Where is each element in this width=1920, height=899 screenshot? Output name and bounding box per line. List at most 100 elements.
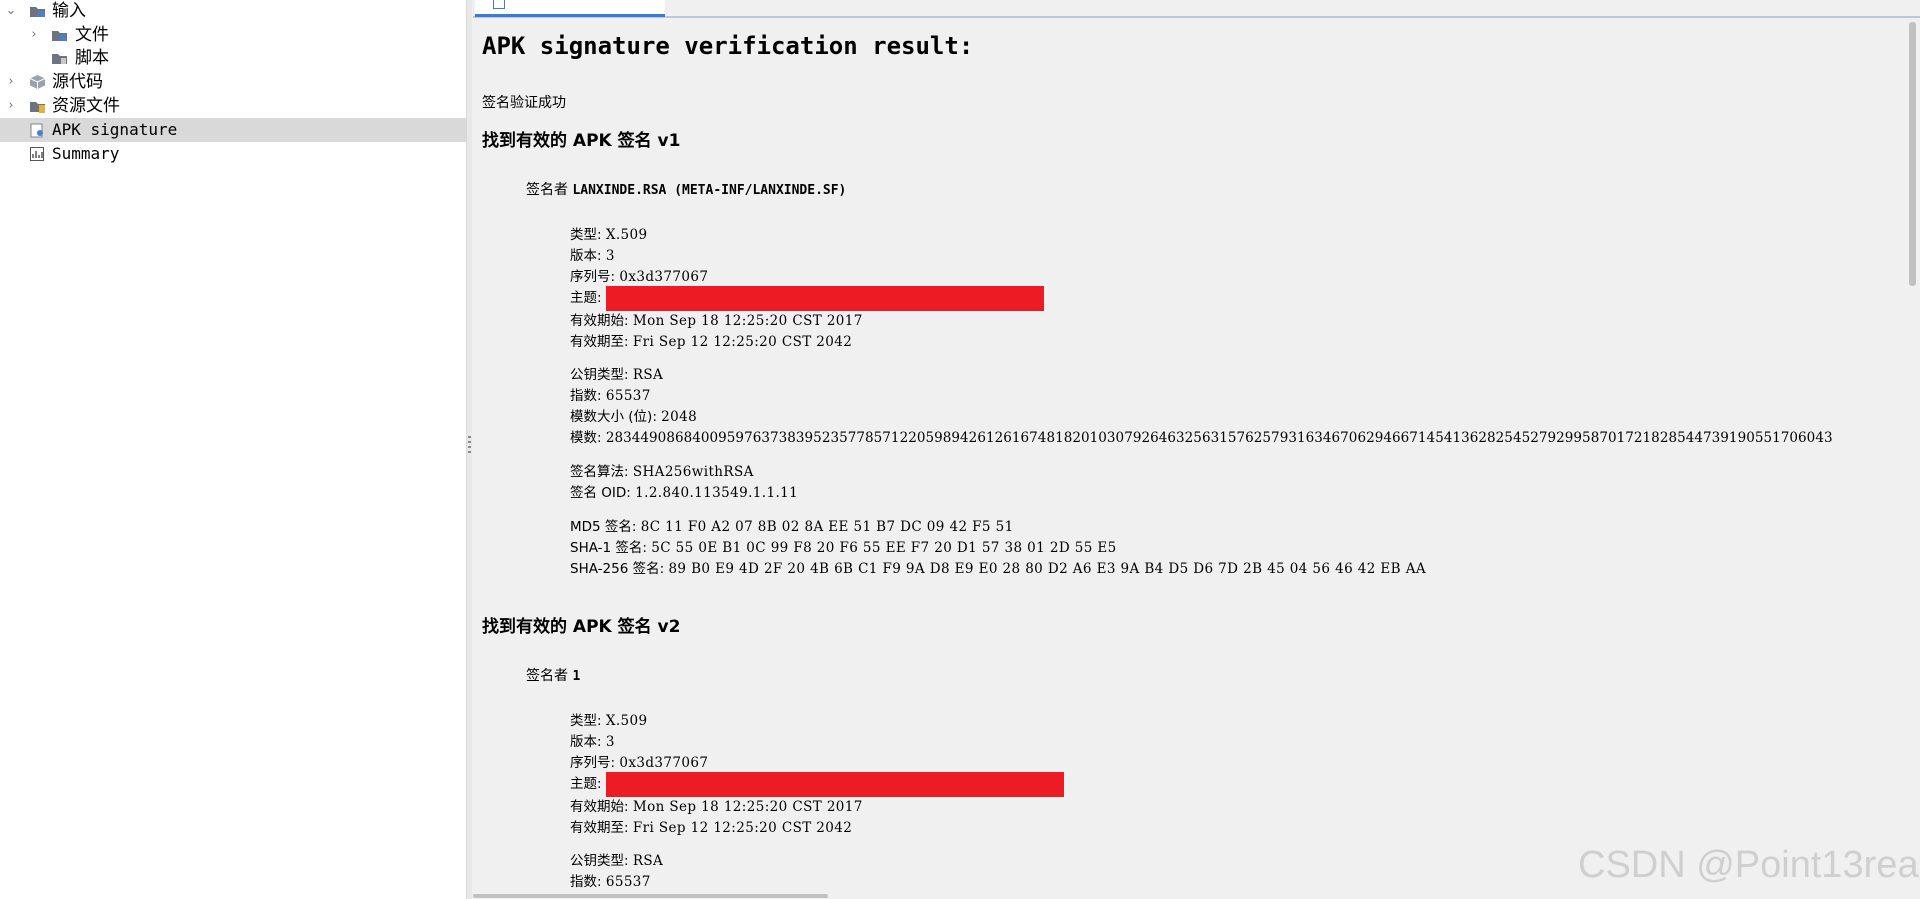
cert-type: 类型: X.509	[570, 712, 648, 730]
field-key: 序列号:	[570, 755, 620, 771]
field-key: MD5 签名:	[570, 519, 641, 535]
tree-item-label: 脚本	[75, 48, 109, 68]
cert-serial: 序列号: 0x3d377067	[570, 754, 708, 772]
subject-redaction	[605, 285, 1044, 311]
tree-item-label: Summary	[52, 144, 120, 163]
cert-serial: 序列号: 0x3d377067	[570, 268, 708, 286]
field-key: 有效期至:	[570, 334, 633, 350]
summary-icon	[30, 147, 44, 161]
sha256-fingerprint: SHA-256 签名: 89 B0 E9 4D 2F 20 4B 6B C1 F…	[570, 560, 1426, 578]
field-value: 1.2.840.113549.1.1.11	[635, 485, 799, 501]
chevron-right-icon[interactable]: ›	[27, 23, 41, 47]
field-key: 类型:	[570, 713, 606, 729]
field-value: Fri Sep 12 12:25:20 CST 2042	[632, 820, 853, 836]
field-value: 3	[605, 734, 615, 750]
tree-item-summary[interactable]: Summary	[0, 142, 466, 166]
signer-value: LANXINDE.RSA (META-INF/LANXINDE.SF)	[572, 183, 847, 198]
field-key: SHA-256 签名:	[570, 561, 669, 577]
field-key: SHA-1 签名:	[570, 540, 652, 556]
field-value: RSA	[632, 853, 664, 869]
field-value: Mon Sep 18 12:25:20 CST 2017	[632, 313, 863, 329]
field-key: 指数:	[570, 874, 606, 890]
field-value: 5C 55 0E B1 0C 99 F8 20 F6 55 EE F7 20 D…	[651, 540, 1117, 556]
field-value: 2048	[661, 409, 698, 425]
cert-valid-from: 有效期始: Mon Sep 18 12:25:20 CST 2017	[570, 798, 863, 816]
field-key: 版本:	[570, 734, 606, 750]
section-heading-v2: 找到有效的 APK 签名 v2	[482, 617, 681, 637]
field-value: X.509	[605, 713, 648, 729]
field-key: 签名 OID:	[570, 485, 636, 501]
tree-item-label: APK signature	[52, 120, 178, 139]
horizontal-scroll-thumb[interactable]	[473, 894, 828, 898]
signature-algorithm: 签名算法: SHA256withRSA	[570, 463, 754, 481]
field-key: 类型:	[570, 227, 606, 243]
tree-item-apk-signature[interactable]: APK signature	[0, 118, 466, 142]
field-value: 8C 11 F0 A2 07 8B 02 8A EE 51 B7 DC 09 4…	[640, 519, 1014, 535]
input-folder-icon	[30, 7, 45, 17]
verification-status: 签名验证成功	[482, 95, 566, 111]
field-value: X.509	[605, 227, 648, 243]
chevron-down-icon[interactable]: ⌄	[4, 0, 18, 23]
cert-version: 版本: 3	[570, 733, 615, 751]
certificate-icon	[493, 0, 505, 9]
resources-icon	[30, 102, 45, 113]
pubkey-type: 公钥类型: RSA	[570, 366, 663, 384]
pubkey-modulus-size: 模数大小 (位): 2048	[570, 408, 697, 426]
pubkey-exponent: 指数: 65537	[570, 387, 651, 405]
signer-value: 1	[572, 669, 581, 684]
field-key: 有效期始:	[570, 313, 633, 329]
tree-item-source[interactable]: › 源代码	[0, 70, 466, 94]
tab-apk-signature[interactable]	[475, 0, 665, 17]
horizontal-scrollbar[interactable]	[473, 894, 1905, 899]
field-key: 公钥类型:	[570, 367, 633, 383]
pubkey-exponent: 指数: 65537	[570, 873, 651, 891]
vertical-scroll-thumb[interactable]	[1909, 22, 1916, 286]
editor-tab-strip	[473, 0, 1920, 18]
field-value: 3	[605, 248, 615, 264]
tree-item-resources[interactable]: › 资源文件	[0, 94, 466, 118]
pubkey-modulus: 模数: 283449086840095976373839523577857122…	[570, 429, 1833, 447]
tree-item-label: 源代码	[52, 72, 103, 92]
signer-label: 签名者	[526, 182, 568, 198]
signer-v1: 签名者 LANXINDE.RSA (META-INF/LANXINDE.SF)	[526, 179, 846, 199]
field-key: 主题:	[570, 776, 606, 792]
field-key: 模数:	[570, 430, 606, 446]
cert-type: 类型: X.509	[570, 226, 648, 244]
field-value: 65537	[605, 874, 651, 890]
field-value: 0x3d377067	[619, 269, 709, 285]
chevron-right-icon[interactable]: ›	[4, 70, 18, 94]
md5-fingerprint: MD5 签名: 8C 11 F0 A2 07 8B 02 8A EE 51 B7…	[570, 518, 1014, 536]
field-key: 版本:	[570, 248, 606, 264]
certificate-icon	[30, 123, 43, 138]
vertical-scrollbar[interactable]	[1905, 18, 1920, 896]
tree-item-label: 输入	[52, 1, 86, 21]
field-value: SHA256withRSA	[632, 464, 754, 480]
field-value: 65537	[605, 388, 651, 404]
page-title: APK signature verification result:	[482, 32, 974, 60]
sha1-fingerprint: SHA-1 签名: 5C 55 0E B1 0C 99 F8 20 F6 55 …	[570, 539, 1117, 557]
field-key: 指数:	[570, 388, 606, 404]
field-value: 0x3d377067	[619, 755, 709, 771]
chevron-right-icon[interactable]: ›	[4, 94, 18, 118]
script-folder-icon	[52, 54, 67, 64]
project-tree: ⌄ 输入 › 文件 脚本 › 源代码 › 资源文件 APK signature …	[0, 0, 467, 899]
field-value: 89 B0 E9 4D 2F 20 4B 6B C1 F9 9A D8 E9 E…	[668, 561, 1426, 577]
tree-item-scripts[interactable]: 脚本	[0, 46, 466, 70]
watermark: CSDN @Point13reak	[1578, 844, 1920, 886]
panel-splitter[interactable]	[467, 0, 472, 899]
field-value: 2834490868400959763738395235778571220598…	[605, 430, 1833, 446]
signature-report: APK signature verification result: 签名验证成…	[473, 18, 1905, 896]
cert-subject: 主题:	[570, 771, 1064, 797]
field-key: 序列号:	[570, 269, 620, 285]
cert-valid-to: 有效期至: Fri Sep 12 12:25:20 CST 2042	[570, 333, 852, 351]
subject-redaction	[605, 771, 1064, 797]
tree-item-files[interactable]: › 文件	[0, 23, 466, 47]
field-key: 公钥类型:	[570, 853, 633, 869]
field-key: 模数大小 (位):	[570, 409, 662, 425]
splitter-grip-icon[interactable]	[468, 436, 471, 456]
cert-valid-to: 有效期至: Fri Sep 12 12:25:20 CST 2042	[570, 819, 852, 837]
package-icon	[29, 75, 46, 89]
tree-item-label: 文件	[75, 25, 109, 45]
field-key: 有效期至:	[570, 820, 633, 836]
tree-item-input[interactable]: ⌄ 输入	[0, 0, 466, 23]
